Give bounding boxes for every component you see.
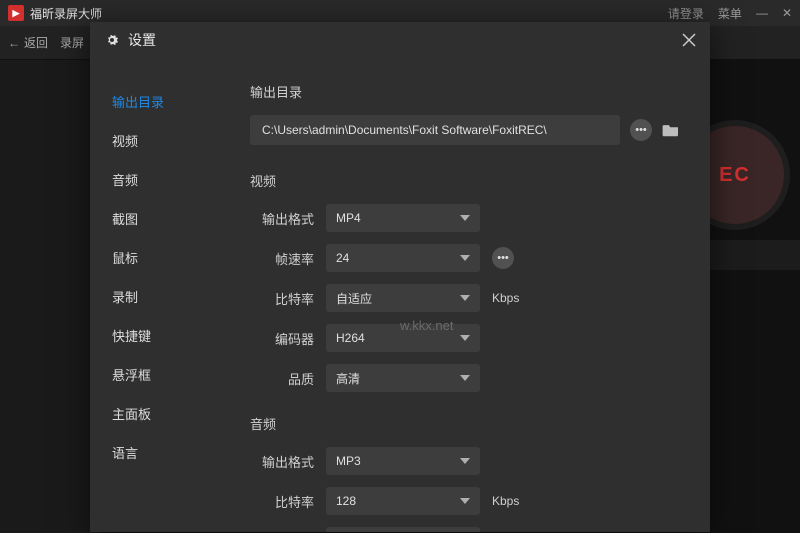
nav-mainpanel[interactable]: 主面板 <box>90 394 230 433</box>
audio-freq-select[interactable]: 48000 <box>326 527 480 532</box>
path-more-button[interactable]: ••• <box>630 119 652 141</box>
audio-bitrate-value: 128 <box>336 494 356 508</box>
app-left-panel <box>0 60 100 533</box>
chevron-down-icon <box>460 335 470 341</box>
dialog-content: 输出目录 C:\Users\admin\Documents\Foxit Soft… <box>230 58 710 532</box>
section-output-title: 输出目录 <box>250 82 680 101</box>
nav-output-dir[interactable]: 输出目录 <box>90 82 230 121</box>
audio-format-value: MP3 <box>336 454 361 468</box>
audio-freq-label: 频率 <box>250 532 314 533</box>
video-bitrate-value: 自适应 <box>336 290 372 307</box>
arrow-left-icon: ← <box>8 36 20 50</box>
video-encoder-label: 编码器 <box>250 329 314 348</box>
nav-hotkey[interactable]: 快捷键 <box>90 316 230 355</box>
video-group-title: 视频 <box>250 171 680 190</box>
record-label: EC <box>719 164 751 187</box>
video-bitrate-select[interactable]: 自适应 <box>326 284 480 312</box>
audio-group: 音频 输出格式 MP3 比特率 128 Kbps <box>250 414 680 532</box>
minimize-button[interactable]: — <box>756 6 768 20</box>
login-link[interactable]: 请登录 <box>668 5 704 22</box>
video-quality-select[interactable]: 高清 <box>326 364 480 392</box>
chevron-down-icon <box>460 215 470 221</box>
nav-float[interactable]: 悬浮框 <box>90 355 230 394</box>
tab-record[interactable]: 录屏 <box>60 34 84 51</box>
audio-bitrate-label: 比特率 <box>250 492 314 511</box>
dialog-titlebar: 设置 <box>90 22 710 58</box>
nav-video[interactable]: 视频 <box>90 121 230 160</box>
nav-screenshot[interactable]: 截图 <box>90 199 230 238</box>
chevron-down-icon <box>460 255 470 261</box>
video-quality-label: 品质 <box>250 369 314 388</box>
nav-mouse[interactable]: 鼠标 <box>90 238 230 277</box>
video-format-select[interactable]: MP4 <box>326 204 480 232</box>
close-app-button[interactable]: ✕ <box>782 6 792 20</box>
audio-bitrate-select[interactable]: 128 <box>326 487 480 515</box>
video-encoder-select[interactable]: H264 <box>326 324 480 352</box>
video-quality-value: 高清 <box>336 370 360 387</box>
back-button[interactable]: ← 返回 <box>8 34 48 51</box>
app-logo-icon: ▶ <box>8 5 24 21</box>
audio-bitrate-unit: Kbps <box>492 494 519 508</box>
chevron-down-icon <box>460 295 470 301</box>
nav-audio[interactable]: 音频 <box>90 160 230 199</box>
video-format-label: 输出格式 <box>250 209 314 228</box>
video-bitrate-label: 比特率 <box>250 289 314 308</box>
nav-language[interactable]: 语言 <box>90 433 230 472</box>
nav-record[interactable]: 录制 <box>90 277 230 316</box>
chevron-down-icon <box>460 498 470 504</box>
ellipsis-icon: ••• <box>497 252 509 264</box>
video-group: 视频 输出格式 MP4 帧速率 24 ••• <box>250 171 680 392</box>
video-format-value: MP4 <box>336 211 361 225</box>
chevron-down-icon <box>460 458 470 464</box>
open-folder-button[interactable] <box>662 123 680 137</box>
output-path-field[interactable]: C:\Users\admin\Documents\Foxit Software\… <box>250 115 620 145</box>
settings-dialog: 设置 输出目录 视频 音频 截图 鼠标 录制 快捷键 悬浮框 主面板 语言 输出… <box>90 22 710 532</box>
video-bitrate-unit: Kbps <box>492 291 519 305</box>
menu-link[interactable]: 菜单 <box>718 5 742 22</box>
audio-format-label: 输出格式 <box>250 452 314 471</box>
audio-format-select[interactable]: MP3 <box>326 447 480 475</box>
close-icon <box>682 33 696 47</box>
back-label: 返回 <box>24 34 48 51</box>
dialog-nav: 输出目录 视频 音频 截图 鼠标 录制 快捷键 悬浮框 主面板 语言 <box>90 58 230 532</box>
dialog-title: 设置 <box>128 30 156 50</box>
output-path-value: C:\Users\admin\Documents\Foxit Software\… <box>262 123 547 137</box>
dialog-close-button[interactable] <box>682 33 696 47</box>
fps-more-button[interactable]: ••• <box>492 247 514 269</box>
video-fps-label: 帧速率 <box>250 249 314 268</box>
app-title: 福昕录屏大师 <box>30 5 102 22</box>
video-fps-select[interactable]: 24 <box>326 244 480 272</box>
video-encoder-value: H264 <box>336 331 365 345</box>
gear-icon <box>104 32 120 48</box>
chevron-down-icon <box>460 375 470 381</box>
video-fps-value: 24 <box>336 251 349 265</box>
audio-group-title: 音频 <box>250 414 680 433</box>
ellipsis-icon: ••• <box>635 124 647 136</box>
